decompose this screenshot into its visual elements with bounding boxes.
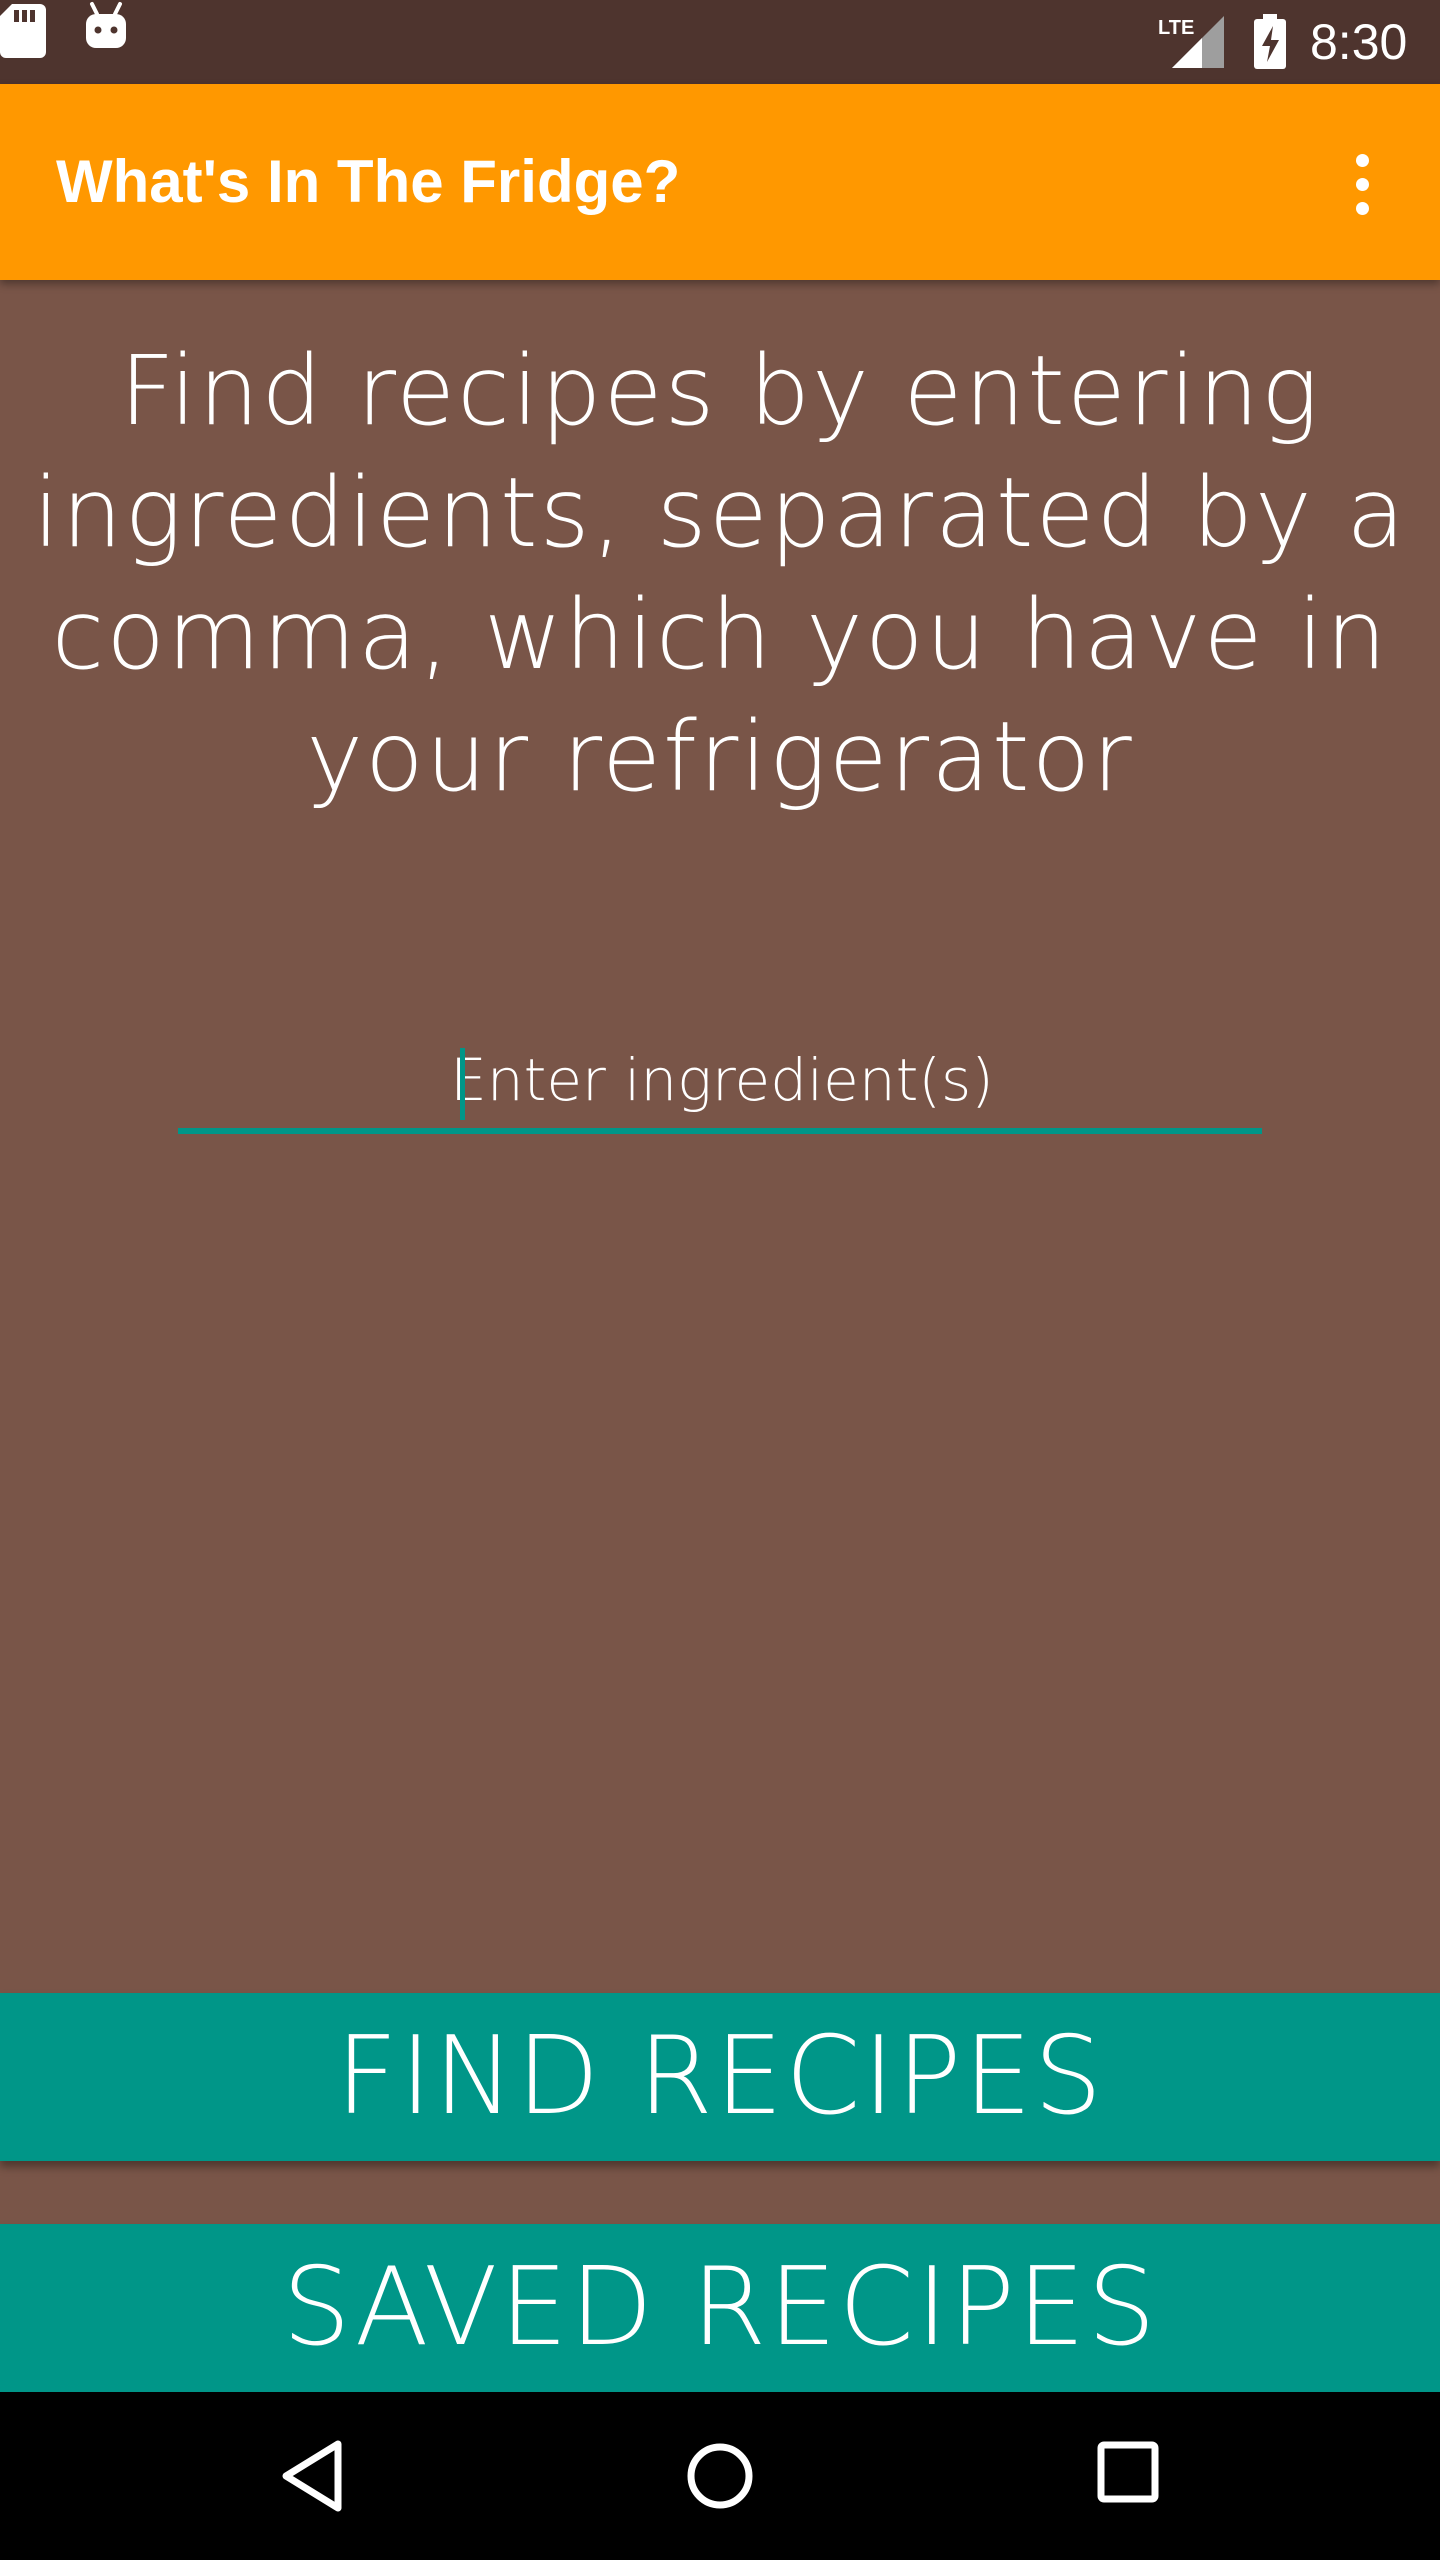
- more-vert-icon[interactable]: [1330, 144, 1394, 224]
- app-bar: What's In The Fridge?: [0, 84, 1440, 280]
- navigation-bar: [0, 2392, 1440, 2560]
- screen: LTE 8:30 What's In The Fridge? Find reci…: [0, 0, 1440, 2560]
- back-icon[interactable]: [276, 2436, 346, 2516]
- saved-recipes-button[interactable]: SAVED RECIPES: [0, 2224, 1440, 2392]
- app-title: What's In The Fridge?: [56, 148, 681, 215]
- text-caret: [460, 1048, 465, 1120]
- sd-card-icon: [0, 4, 46, 58]
- status-bar: LTE 8:30: [0, 0, 1440, 84]
- instructions-text: Find recipes by entering ingredients, se…: [32, 335, 1408, 813]
- home-icon[interactable]: [684, 2436, 756, 2516]
- find-recipes-button[interactable]: FIND RECIPES: [0, 1993, 1440, 2161]
- input-underline: [178, 1128, 1262, 1134]
- recents-icon[interactable]: [1096, 2440, 1160, 2504]
- ingredient-input[interactable]: [178, 1030, 1266, 1130]
- lte-signal-icon: LTE: [1158, 16, 1224, 68]
- ingredient-field[interactable]: [178, 1030, 1266, 1136]
- battery-charging-icon: [1254, 14, 1286, 69]
- android-icon: [86, 2, 126, 48]
- svg-text:LTE: LTE: [1158, 17, 1194, 39]
- status-time: 8:30: [1310, 14, 1408, 70]
